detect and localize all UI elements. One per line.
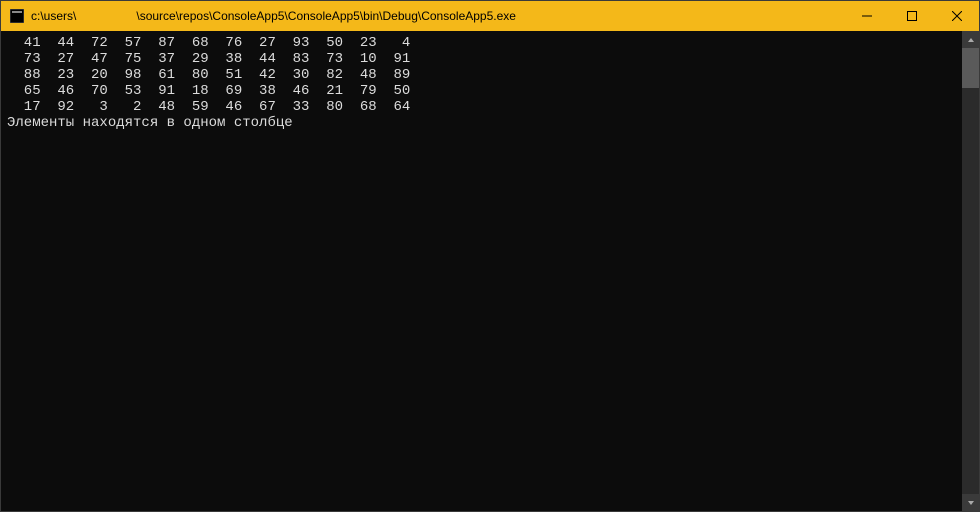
client-area: 41 44 72 57 87 68 76 27 93 50 23 4 73 27… xyxy=(1,31,979,511)
matrix-row: 41 44 72 57 87 68 76 27 93 50 23 4 xyxy=(7,35,962,51)
matrix-row: 17 92 3 2 48 59 46 67 33 80 68 64 xyxy=(7,99,962,115)
scroll-thumb[interactable] xyxy=(962,48,979,88)
vertical-scrollbar[interactable] xyxy=(962,31,979,511)
matrix-row: 73 27 47 75 37 29 38 44 83 73 10 91 xyxy=(7,51,962,67)
matrix-row: 88 23 20 98 61 80 51 42 30 82 48 89 xyxy=(7,67,962,83)
message-line: Элементы находятся в одном столбце xyxy=(7,115,962,131)
console-window: c:\users\ \source\repos\ConsoleApp5\Cons… xyxy=(0,0,980,512)
minimize-button[interactable] xyxy=(844,1,889,31)
window-title-suffix: \source\repos\ConsoleApp5\ConsoleApp5\bi… xyxy=(136,9,516,23)
maximize-button[interactable] xyxy=(889,1,934,31)
app-icon xyxy=(9,8,25,24)
scroll-track[interactable] xyxy=(962,48,979,494)
scroll-down-button[interactable] xyxy=(962,494,979,511)
console-output: 41 44 72 57 87 68 76 27 93 50 23 4 73 27… xyxy=(1,31,962,511)
scroll-up-button[interactable] xyxy=(962,31,979,48)
close-button[interactable] xyxy=(934,1,979,31)
matrix-row: 65 46 70 53 91 18 69 38 46 21 79 50 xyxy=(7,83,962,99)
titlebar[interactable]: c:\users\ \source\repos\ConsoleApp5\Cons… xyxy=(1,1,979,31)
window-title-prefix: c:\users\ xyxy=(31,9,76,23)
